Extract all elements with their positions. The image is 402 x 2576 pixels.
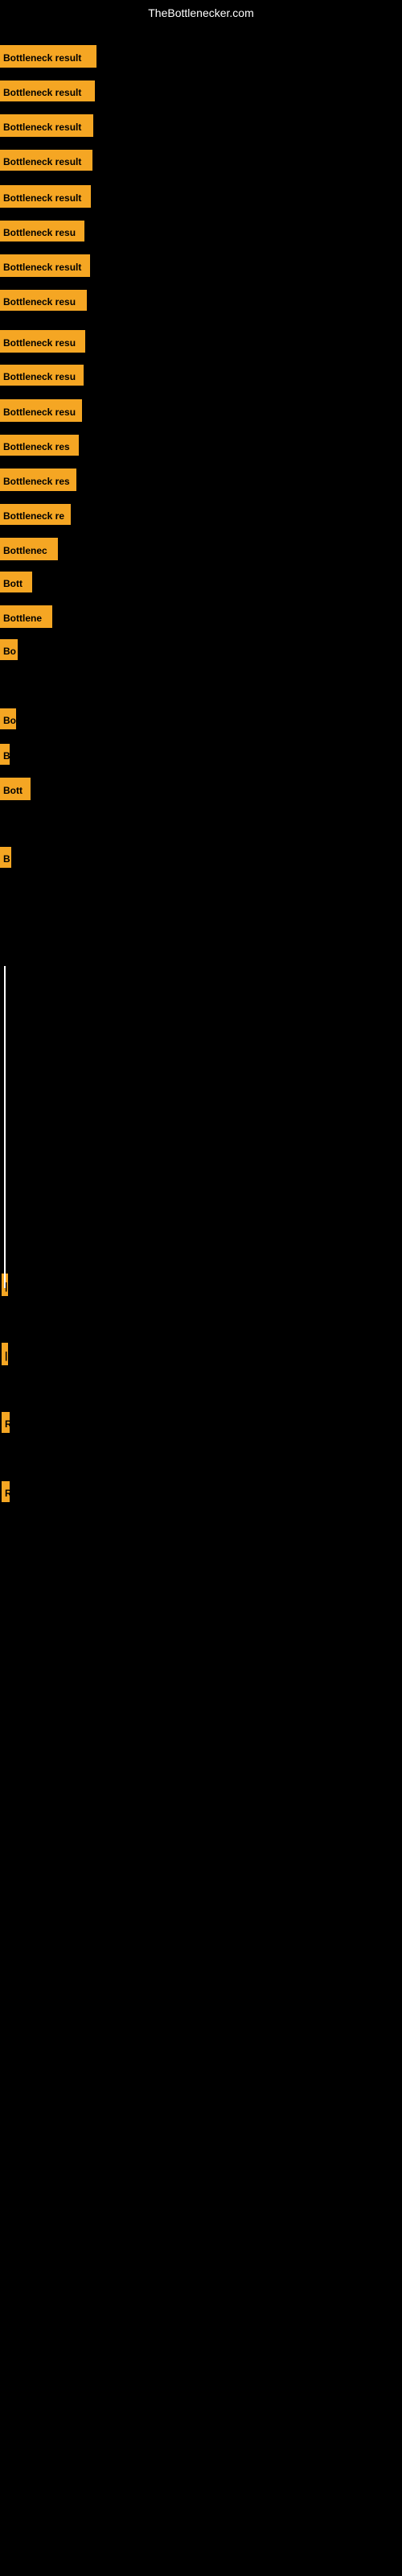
bottleneck-result-label-14: Bottleneck re [0,504,71,525]
bottleneck-result-label-15: Bottlenec [0,538,58,560]
bottleneck-result-label-9: Bottleneck resu [0,330,85,353]
bottleneck-result-label-21: Bott [0,778,31,800]
bottleneck-result-label-26: R [2,1481,10,1502]
site-title: TheBottlenecker.com [0,6,402,19]
bottleneck-result-label-3: Bottleneck result [0,114,93,137]
bottleneck-result-label-7: Bottleneck result [0,254,90,277]
bottleneck-result-label-4: Bottleneck result [0,150,92,171]
bottleneck-result-label-11: Bottleneck resu [0,399,82,422]
bottleneck-result-label-13: Bottleneck res [0,469,76,491]
bottleneck-result-label-19: Bo [0,708,16,729]
bottleneck-result-label-18: Bo [0,639,18,660]
bottleneck-result-label-1: Bottleneck result [0,45,96,68]
bottleneck-result-label-25: R [2,1412,10,1433]
bottleneck-result-label-6: Bottleneck resu [0,221,84,242]
bottleneck-result-label-16: Bott [0,572,32,592]
bottleneck-result-label-12: Bottleneck res [0,435,79,456]
bottleneck-result-label-5: Bottleneck result [0,185,91,208]
bottleneck-result-label-10: Bottleneck resu [0,365,84,386]
bottleneck-result-label-20: B [0,744,10,765]
bottleneck-result-label-8: Bottleneck resu [0,290,87,311]
bottleneck-result-label-2: Bottleneck result [0,80,95,101]
bottleneck-result-label-22: B [0,847,11,868]
bottleneck-result-label-24: | [2,1343,8,1365]
bottleneck-result-label-17: Bottlene [0,605,52,628]
vertical-line-1 [4,966,6,1288]
